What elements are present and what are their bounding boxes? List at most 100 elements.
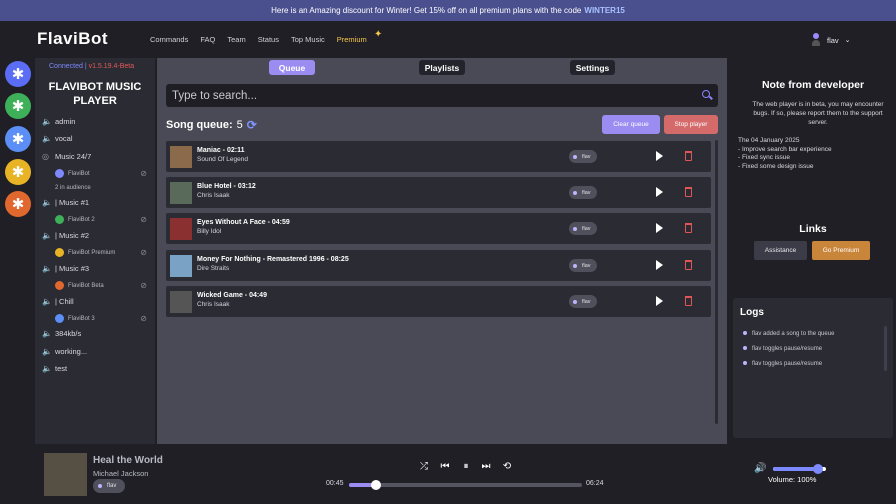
play-icon[interactable]: [656, 260, 663, 270]
bot-entry[interactable]: FlaviBot Beta ⊘: [55, 281, 147, 290]
trash-icon[interactable]: [685, 151, 692, 161]
speaker-icon: 🔈: [42, 134, 52, 143]
requester-badge: flav: [569, 259, 597, 272]
speaker-icon: 🔈: [42, 329, 52, 338]
play-icon[interactable]: [656, 296, 663, 306]
volume-knob[interactable]: [813, 464, 824, 474]
channel-music-3[interactable]: 🔈 | Music #3: [42, 264, 89, 273]
server-icon[interactable]: ✱: [5, 126, 31, 152]
bot-avatar: [55, 314, 64, 323]
server-icon[interactable]: ✱: [5, 61, 31, 87]
song-artist: Chris Isaak: [197, 301, 230, 308]
shuffle-icon[interactable]: ⤮: [417, 461, 431, 472]
nav-faq[interactable]: FAQ: [200, 35, 215, 44]
queue-item[interactable]: Wicked Game - 04:49 Chris Isaak flav: [166, 286, 711, 317]
mute-icon[interactable]: ⊘: [140, 281, 147, 290]
trash-icon[interactable]: [685, 260, 692, 270]
requester-name: flav: [107, 483, 117, 489]
refresh-icon[interactable]: ⟳: [247, 118, 257, 132]
mute-icon[interactable]: ⊘: [140, 248, 147, 257]
play-icon[interactable]: [656, 151, 663, 161]
search-placeholder: Type to search...: [172, 89, 258, 102]
top-navigation: FlaviBot Commands FAQ Team Status Top Mu…: [0, 21, 896, 58]
speaker-icon: 🔈: [42, 347, 52, 356]
server-icon[interactable]: ✱: [5, 191, 31, 217]
progress-knob[interactable]: [371, 480, 382, 490]
server-list: ✱ ✱ ✱ ✱ ✱: [0, 58, 35, 444]
tab-settings[interactable]: Settings: [570, 60, 615, 75]
queue-item[interactable]: Maniac - 02:11 Sound Of Legend flav: [166, 141, 711, 172]
go-premium-button[interactable]: Go Premium: [812, 241, 870, 260]
logs-scrollbar[interactable]: [884, 326, 887, 371]
trash-icon[interactable]: [685, 187, 692, 197]
tab-playlists[interactable]: Playlists: [419, 60, 465, 75]
bot-entry[interactable]: FlaviBot 2 ⊘: [55, 215, 147, 224]
server-icon[interactable]: ✱: [5, 93, 31, 119]
trash-icon[interactable]: [685, 223, 692, 233]
channel-label: 384kb/s: [55, 329, 82, 338]
channel-test[interactable]: 🔈 test: [42, 364, 67, 373]
nav-premium[interactable]: Premium: [337, 35, 367, 44]
nav-status[interactable]: Status: [258, 35, 279, 44]
requester-name: flav: [582, 153, 591, 160]
queue-item[interactable]: Money For Nothing - Remastered 1996 - 08…: [166, 250, 711, 281]
channel-label: test: [55, 364, 68, 373]
tab-queue[interactable]: Queue: [269, 60, 315, 75]
search-input[interactable]: Type to search...: [166, 84, 718, 107]
log-item: flav toggles pause/resume: [743, 346, 822, 352]
speaker-icon: 🔈: [42, 297, 52, 306]
bot-avatar: [55, 215, 64, 224]
stop-player-button[interactable]: Stop player: [664, 115, 718, 134]
play-icon[interactable]: [656, 223, 663, 233]
now-playing-title: Heal the World: [93, 455, 163, 466]
clear-queue-button[interactable]: Clear queue: [602, 115, 660, 134]
mute-icon[interactable]: ⊘: [140, 215, 147, 224]
nav-team[interactable]: Team: [227, 35, 245, 44]
channel-music-1[interactable]: 🔈 | Music #1: [42, 198, 89, 207]
channel-chill[interactable]: 🔈 | Chill: [42, 297, 74, 306]
logo[interactable]: FlaviBot: [37, 29, 108, 49]
logs-panel: Logs flav added a song to the queue flav…: [733, 298, 893, 438]
nav-top-music[interactable]: Top Music: [291, 35, 325, 44]
username: flav: [827, 35, 839, 45]
progress-bar[interactable]: [349, 480, 582, 490]
requester-name: flav: [582, 298, 591, 305]
queue-scrollbar[interactable]: [715, 140, 718, 424]
queue-item[interactable]: Blue Hotel - 03:12 Chris Isaak flav: [166, 177, 711, 208]
channel-vocal[interactable]: 🔈 vocal: [42, 134, 73, 143]
channel-label: vocal: [55, 134, 73, 143]
bot-label: FlaviBot 2: [68, 216, 95, 223]
note-title: Note from developer: [761, 79, 865, 91]
promo-code: WINTER15: [584, 6, 625, 15]
trash-icon[interactable]: [685, 296, 692, 306]
user-menu[interactable]: flav ⌄: [811, 33, 851, 47]
channel-music-24-7[interactable]: ◎ Music 24/7: [42, 152, 91, 161]
bot-entry[interactable]: FlaviBot ⊘: [55, 169, 147, 178]
queue-item[interactable]: Eyes Without A Face - 04:59 Billy Idol f…: [166, 213, 711, 244]
search-icon[interactable]: [702, 90, 710, 98]
repeat-icon[interactable]: ⟲: [500, 461, 514, 472]
next-icon[interactable]: ⏭: [479, 461, 493, 472]
mute-icon[interactable]: ⊘: [140, 169, 147, 178]
volume-slider[interactable]: [773, 464, 826, 474]
pause-icon[interactable]: ⏸: [459, 461, 473, 472]
main-panel: Queue Playlists Settings Type to search.…: [157, 58, 727, 444]
play-icon[interactable]: [656, 187, 663, 197]
note-line: The 04 January 2025: [738, 137, 800, 144]
server-icon[interactable]: ✱: [5, 159, 31, 185]
bot-entry[interactable]: FlaviBot Premium ⊘: [55, 248, 147, 257]
now-playing-artist: Michael Jackson: [93, 469, 149, 478]
channel-music-2[interactable]: 🔈 | Music #2: [42, 231, 89, 240]
mute-icon[interactable]: ⊘: [140, 314, 147, 323]
volume-icon[interactable]: 🔊: [754, 463, 766, 474]
channel-384kbs[interactable]: 🔈 384kb/s: [42, 329, 81, 338]
channel-admin[interactable]: 🔈 admin: [42, 117, 75, 126]
channel-working[interactable]: 🔈 working...: [42, 347, 87, 356]
bot-entry[interactable]: FlaviBot 3 ⊘: [55, 314, 147, 323]
requester-badge: flav: [93, 479, 125, 493]
previous-icon[interactable]: ⏮: [438, 461, 452, 472]
info-panel: Note from developer The web player is in…: [730, 58, 896, 444]
assistance-button[interactable]: Assistance: [754, 241, 807, 260]
nav-commands[interactable]: Commands: [150, 35, 188, 44]
promo-banner: Here is an Amazing discount for Winter! …: [0, 0, 896, 21]
